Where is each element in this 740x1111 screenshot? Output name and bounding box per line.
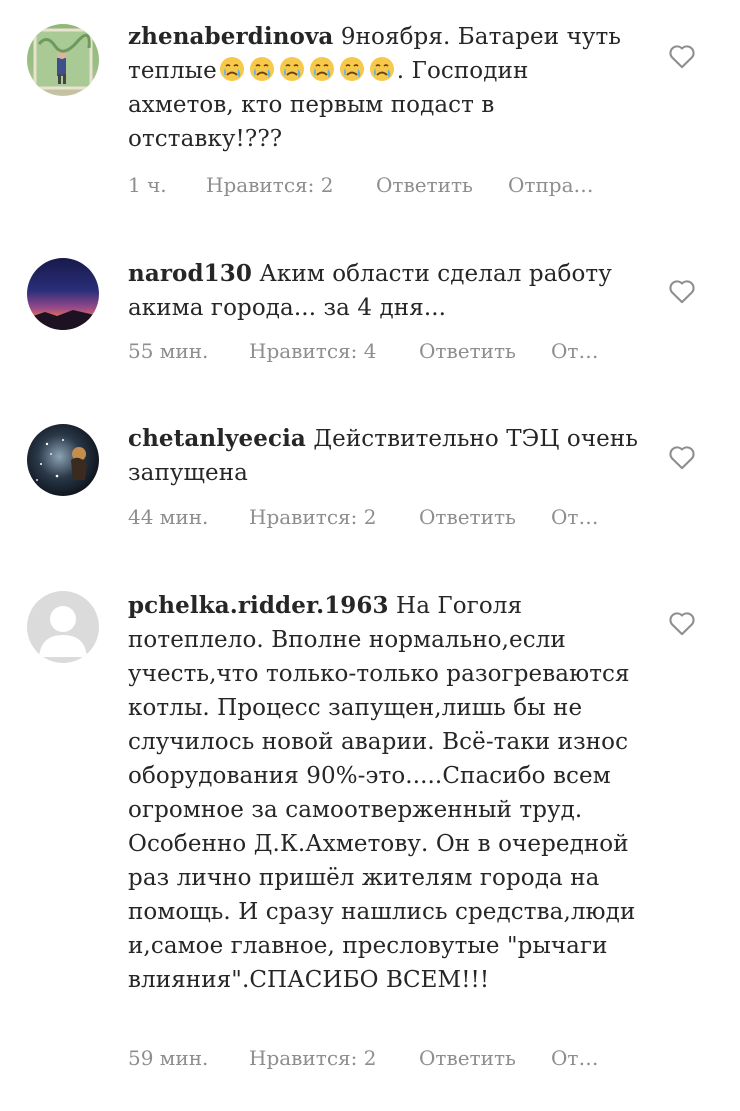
send-button[interactable]: От… [551,505,598,529]
emoji-row [217,57,397,84]
send-button[interactable]: От… [551,1046,598,1070]
crying-face-icon [279,57,304,81]
avatar[interactable] [27,258,99,330]
comment-time: 44 мин. [128,505,209,529]
comment-likes[interactable]: Нравится: 2 [249,505,419,529]
comment-text: pchelka.ridder.1963 На Гоголя потеплело.… [128,589,638,997]
comment-text: chetanlyeecia Действительно ТЭЦ очень за… [128,422,638,490]
comment-username[interactable]: narod130 [128,260,252,287]
comment-body: На Гоголя потеплело. Вполне нормально,ес… [128,593,636,993]
comment-text: narod130 Аким области сделал работу аким… [128,257,638,325]
send-button[interactable]: От… [551,339,598,363]
comment-meta: 44 мин. Нравится: 2 Ответить От… [128,505,598,529]
crying-face-icon [369,57,394,81]
comment-username[interactable]: zhenaberdinova [128,23,333,50]
crying-face-icon [339,57,364,81]
crying-face-icon [219,57,244,81]
heart-outline-icon[interactable] [668,610,696,636]
comment-meta: 59 мин. Нравится: 2 Ответить От… [128,1046,598,1070]
reply-button[interactable]: Ответить [419,1046,551,1070]
comment-time: 59 мин. [128,1046,209,1070]
heart-outline-icon[interactable] [668,444,696,470]
send-button[interactable]: Отпра… [508,173,594,197]
comment-likes[interactable]: Нравится: 2 [206,173,376,197]
comment-username[interactable]: chetanlyeecia [128,425,306,452]
heart-outline-icon[interactable] [668,278,696,304]
comment-likes[interactable]: Нравится: 2 [249,1046,419,1070]
comment-time: 55 мин. [128,339,209,363]
avatar[interactable] [27,591,99,663]
heart-outline-icon[interactable] [668,43,696,69]
comment-username[interactable]: pchelka.ridder.1963 [128,592,389,619]
comment-likes[interactable]: Нравится: 4 [249,339,419,363]
comment-meta: 1 ч. Нравится: 2 Ответить Отпра… [128,173,594,197]
crying-face-icon [249,57,274,81]
reply-button[interactable]: Ответить [376,173,508,197]
reply-button[interactable]: Ответить [419,505,551,529]
avatar[interactable] [27,24,99,96]
comment-meta: 55 мин. Нравится: 4 Ответить От… [128,339,598,363]
comment-time: 1 ч. [128,173,167,197]
avatar[interactable] [27,424,99,496]
crying-face-icon [309,57,334,81]
comment-text: zhenaberdinova 9ноября. Батареи чуть теп… [128,20,638,156]
reply-button[interactable]: Ответить [419,339,551,363]
